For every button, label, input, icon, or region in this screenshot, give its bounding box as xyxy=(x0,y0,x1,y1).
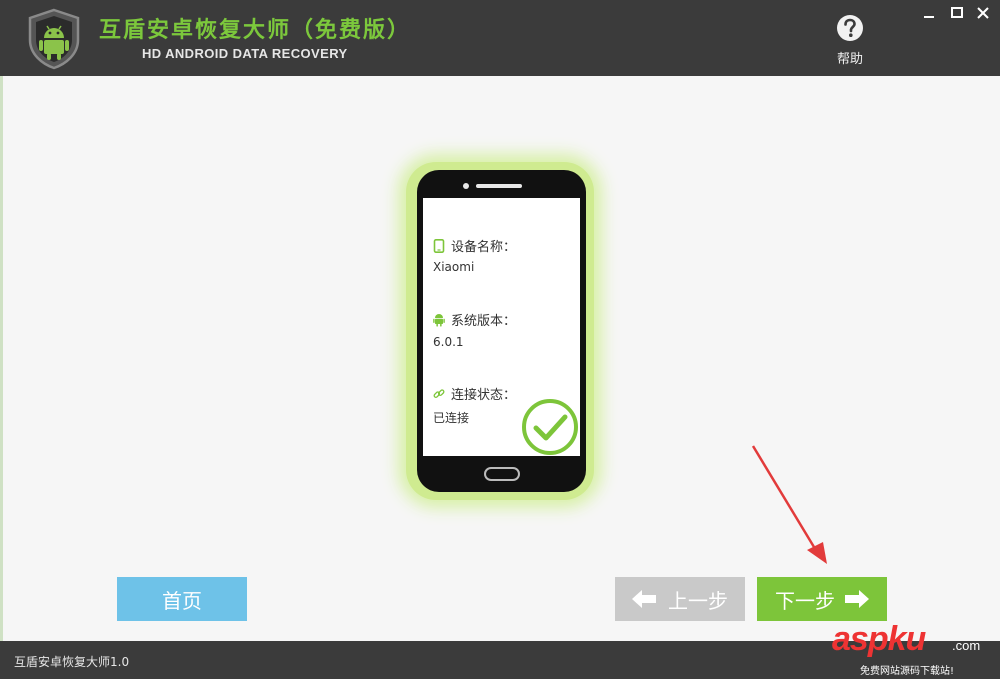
phone-camera xyxy=(463,183,469,189)
phone-icon xyxy=(433,238,445,253)
link-icon xyxy=(433,388,445,398)
watermark-dotcom: .com xyxy=(952,638,981,653)
help-button[interactable]: 帮助 xyxy=(828,12,872,68)
previous-step-label: 上一步 xyxy=(668,588,728,613)
connection-status-value: 已连接 xyxy=(433,411,470,425)
device-name-value: Xiaomi xyxy=(433,260,475,274)
status-text: 互盾安卓恢复大师1.0 xyxy=(14,655,130,669)
close-icon[interactable] xyxy=(972,4,994,22)
system-version-label-text: 系统版本： xyxy=(451,314,517,329)
arrow-left-icon xyxy=(632,590,656,608)
watermark-brand-b: ku xyxy=(887,620,927,658)
device-name-label: 设备名称： xyxy=(433,236,516,255)
connection-status-label: 连接状态： xyxy=(433,384,516,403)
watermark-tagline: 免费网站源码下载站! xyxy=(860,666,955,677)
arrow-right-icon xyxy=(845,590,869,608)
help-label: 帮助 xyxy=(836,52,863,67)
next-step-label: 下一步 xyxy=(775,588,835,613)
help-icon xyxy=(837,15,863,41)
phone-illustration: 设备名称： Xiaomi 系统版本： 6.0.1 连接状态： 已连接 xyxy=(417,170,586,492)
phone-speaker xyxy=(476,184,522,188)
connection-status-label-text: 连接状态： xyxy=(451,388,517,403)
title-bar: 互盾安卓恢复大师（免费版） HD ANDROID DATA RECOVERY 帮… xyxy=(0,0,1000,76)
watermark-brand-a: asp xyxy=(832,620,889,658)
watermark-logo: aspku xyxy=(832,620,927,659)
checkmark-circle-icon xyxy=(522,399,578,455)
app-title: 互盾安卓恢复大师（免费版） xyxy=(99,18,412,43)
pointer-arrow-icon xyxy=(751,445,827,564)
watermark: aspku .com 免费网站源码下载站! xyxy=(832,620,1000,679)
system-version-value: 6.0.1 xyxy=(433,335,464,349)
device-name-label-text: 设备名称： xyxy=(451,240,517,255)
app-subtitle: HD ANDROID DATA RECOVERY xyxy=(142,46,348,61)
previous-step-button[interactable]: 上一步 xyxy=(615,577,745,621)
maximize-icon[interactable] xyxy=(946,4,968,22)
android-icon xyxy=(433,313,445,327)
android-shield-icon xyxy=(28,8,80,70)
minimize-icon[interactable] xyxy=(918,4,940,22)
next-step-button[interactable]: 下一步 xyxy=(757,577,887,621)
phone-home-button xyxy=(484,467,520,481)
system-version-label: 系统版本： xyxy=(433,310,516,329)
home-button-label: 首页 xyxy=(162,588,202,613)
home-button[interactable]: 首页 xyxy=(117,577,247,621)
device-info-panel: 设备名称： Xiaomi 系统版本： 6.0.1 连接状态： 已连接 xyxy=(423,198,580,456)
